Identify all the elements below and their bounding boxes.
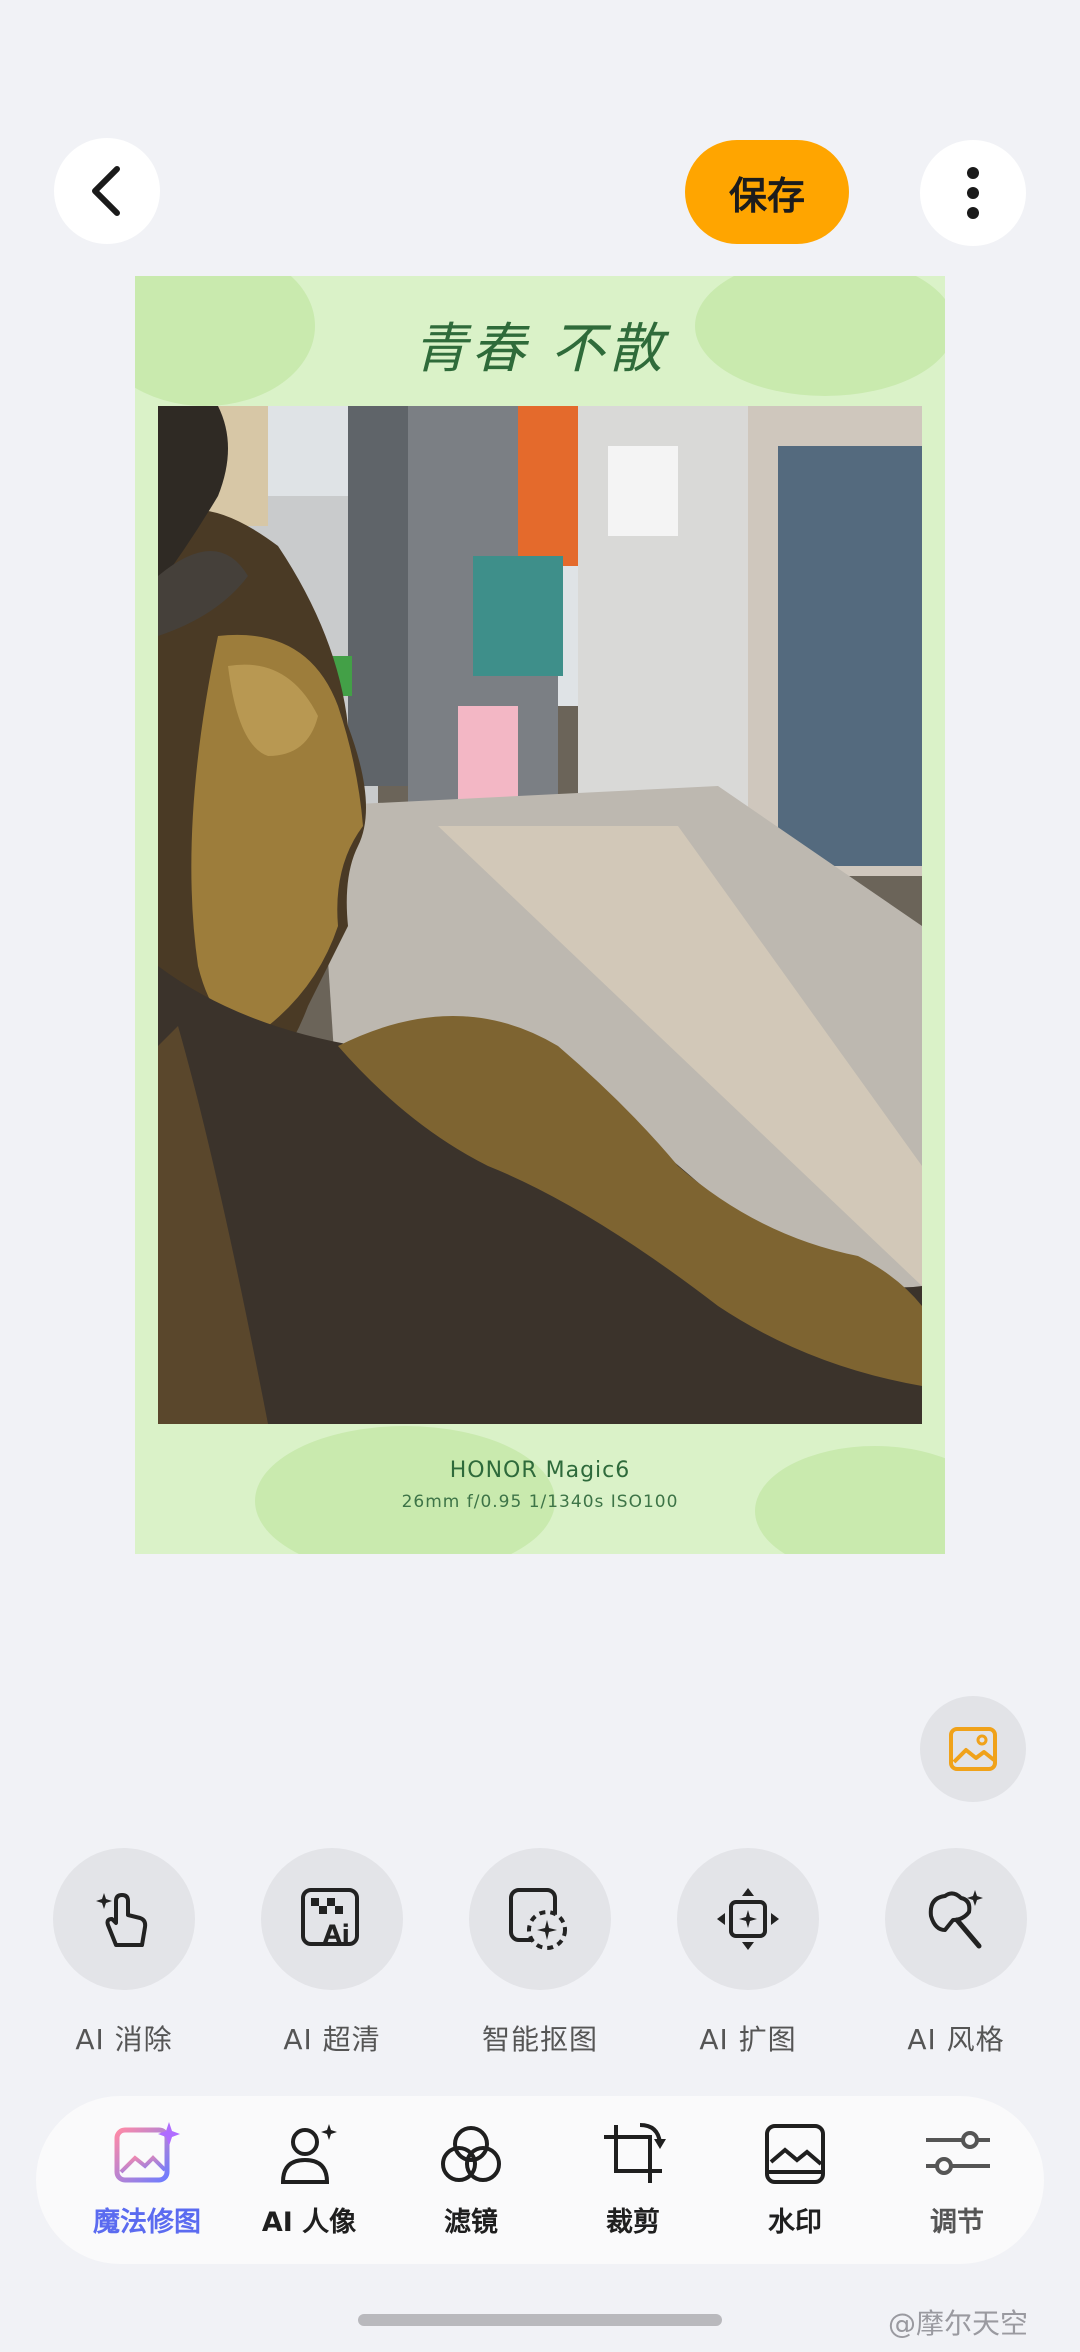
frame-title: 青春 不散 [413,317,667,380]
ai-enhance-label: AI 超清 [283,2023,381,2056]
tab-watermark-label: 水印 [768,2207,822,2238]
ai-style-label: AI 风格 [907,2023,1005,2056]
ai-style-button[interactable] [885,1848,1027,1990]
ai-expand-label: AI 扩图 [699,2023,797,2056]
smart-cutout-button[interactable] [469,1848,611,1990]
svg-text:Ai: Ai [323,1920,350,1948]
back-button[interactable] [54,138,160,244]
ai-erase-button[interactable] [53,1848,195,1990]
tab-ai-portrait-label: AI 人像 [261,2207,357,2238]
image-icon [949,1727,997,1771]
style-wand-icon [928,1890,983,1949]
ai-expand-button[interactable] [677,1848,819,1990]
expand-icon [717,1888,779,1950]
ai-style-tool[interactable]: AI 风格 [866,1848,1046,2058]
filter-circles-icon [441,2126,501,2182]
cutout-icon [509,1888,567,1950]
smart-cutout-tool[interactable]: 智能抠图 [450,1848,630,2058]
portrait-sparkle-icon [280,2124,337,2184]
exif-params-label: 26mm f/0.95 1/1340s ISO100 [401,1492,679,1512]
watermark-image-icon [765,2124,825,2184]
more-button[interactable] [920,140,1026,246]
tab-magic-retouch[interactable]: 魔法修图 [72,2116,222,2239]
tab-watermark[interactable]: 水印 [720,2116,870,2239]
tab-adjust-label: 调节 [930,2207,984,2238]
tab-magic-retouch-label: 魔法修图 [93,2207,201,2238]
bottom-tab-bar: 魔法修图 AI 人像 滤镜 裁剪 水印 调节 [36,2096,1044,2264]
ai-erase-label: AI 消除 [75,2023,173,2056]
ai-enhance-button[interactable]: Ai [261,1848,403,1990]
photo-frame[interactable]: 青春 不散 HONOR Magic6 26mm f/0.95 1/1340s I… [135,276,945,1554]
gallery-button[interactable] [920,1696,1026,1802]
tab-ai-portrait[interactable]: AI 人像 [234,2116,384,2239]
ai-enhance-icon: Ai [301,1888,359,1948]
smart-cutout-label: 智能抠图 [481,2023,598,2056]
watercolor-blot [255,1426,555,1554]
source-watermark: @摩尔天空 [888,2307,1029,2340]
chevron-left-icon [92,166,120,216]
camera-model-label: HONOR Magic6 [449,1458,631,1483]
crop-rotate-icon [604,2123,666,2183]
ai-enhance-tool[interactable]: Ai AI 超清 [242,1848,422,2058]
tab-filters[interactable]: 滤镜 [396,2116,546,2239]
save-button[interactable]: 保存 [685,140,849,244]
home-indicator[interactable] [358,2314,722,2326]
ai-erase-tool[interactable]: AI 消除 [34,1848,214,2058]
more-vertical-icon [967,167,979,219]
tab-adjust[interactable]: 调节 [882,2116,1032,2239]
sliders-icon [926,2131,990,2175]
magic-image-icon [114,2122,180,2183]
touch-sparkle-icon [96,1893,148,1947]
tab-filters-label: 滤镜 [444,2207,498,2238]
ai-expand-tool[interactable]: AI 扩图 [658,1848,838,2058]
photo-image [158,406,922,1424]
tab-crop-label: 裁剪 [606,2207,660,2238]
tab-crop[interactable]: 裁剪 [558,2116,708,2239]
